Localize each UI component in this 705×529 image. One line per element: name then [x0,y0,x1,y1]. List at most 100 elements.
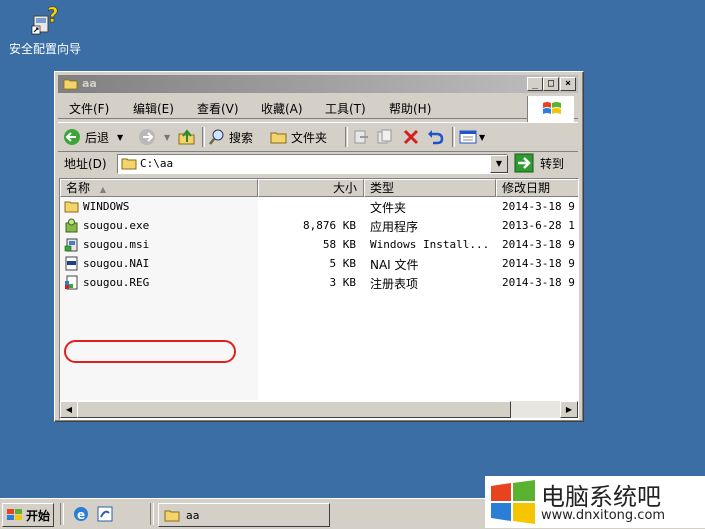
desktop-icon-label: 安全配置向导 [8,42,81,56]
file-type: 注册表项 [370,277,419,291]
undo-icon [428,130,444,145]
up-folder-icon [178,129,195,145]
delete-button[interactable] [402,127,420,147]
folders-button[interactable]: 文件夹 [270,127,327,147]
windows-logo-icon [527,96,574,122]
move-to-icon [354,130,368,144]
title-bar[interactable]: aa _ □ × [58,75,578,93]
internet-explorer-icon[interactable]: e [72,505,90,523]
start-button[interactable]: 开始 [2,503,54,527]
forward-dropdown-icon[interactable]: ▼ [164,133,170,142]
watermark: 电脑系统吧 www.dnxitong.com [485,476,705,528]
move-to-button[interactable] [352,127,370,147]
start-label: 开始 [26,508,51,523]
watermark-url: www.dnxitong.com [541,508,666,523]
folder-icon [63,79,78,90]
scroll-left-button[interactable]: ◀ [60,401,78,418]
search-icon [209,129,224,145]
undo-button[interactable] [426,127,444,147]
address-label: 地址(D) [64,157,107,171]
security-wizard-icon: ? [28,3,62,38]
svg-text:?: ? [47,4,59,27]
column-name-label: 名称 [66,181,91,195]
views-button[interactable]: ▼ [459,127,485,147]
file-size: 58 KB [322,238,356,251]
file-name: WINDOWS [83,200,130,213]
list-item[interactable]: WINDOWS 文件夹 2014-3-18 9 [60,197,578,216]
address-bar: 地址(D) C:\aa ▼ 转到 [58,152,578,176]
go-button[interactable]: 转到 [514,153,564,173]
menu-help[interactable]: 帮助(H) [389,100,431,117]
scroll-right-button[interactable]: ▶ [560,401,578,418]
msi-icon [64,238,78,252]
reg-file-icon [65,275,78,290]
show-desktop-icon[interactable] [96,505,114,523]
file-type: 应用程序 [370,220,419,234]
windows-flag-icon [7,509,22,520]
list-item[interactable]: sougou.REG 3 KB 注册表项 2014-3-18 9 [60,273,578,292]
window-title: aa [82,77,97,90]
column-header-size[interactable]: 大小 [258,179,364,197]
menu-edit[interactable]: 编辑(E) [133,100,174,117]
maximize-button[interactable]: □ [543,77,559,91]
folder-icon [64,201,79,213]
exe-icon [65,218,78,233]
toolbar: 后退 ▼ ▼ 搜索 文件夹 ▼ [58,122,578,152]
column-header-name[interactable]: 名称 ▲ [60,179,258,197]
list-item[interactable]: sougou.NAI 5 KB NAI 文件 2014-3-18 9 [60,254,578,273]
back-arrow-icon [64,129,80,145]
svg-text:e: e [77,508,85,522]
file-size: 8,876 KB [303,219,356,232]
quicklaunch-separator [60,503,64,525]
file-modified: 2014-3-18 9 [502,200,575,213]
file-name: sougou.exe [83,219,150,232]
menu-view[interactable]: 查看(V) [197,100,239,117]
horizontal-scrollbar[interactable]: ◀ ▶ [60,401,578,418]
forward-button[interactable]: ▼ [138,127,170,147]
back-dropdown-icon[interactable]: ▼ [117,133,123,142]
taskbar-window-label: aa [186,508,200,522]
file-name: sougou.REG [83,276,150,289]
search-button[interactable]: 搜索 [208,127,253,147]
go-arrow-icon [514,153,534,173]
up-folder-button[interactable] [178,127,196,147]
taskbar-separator [150,503,154,525]
back-button[interactable]: 后退 ▼ [63,127,123,147]
column-headers: 名称 ▲ 大小 类型 修改日期 [60,179,578,197]
address-value: C:\aa [140,157,174,170]
views-dropdown-icon: ▼ [479,132,486,142]
close-button[interactable]: × [560,77,576,91]
address-input[interactable]: C:\aa ▼ [117,154,508,174]
minimize-button[interactable]: _ [527,77,543,91]
taskbar-window-button[interactable]: aa [158,503,330,527]
address-dropdown-button[interactable]: ▼ [490,155,508,173]
copy-to-button[interactable] [376,127,394,147]
file-size: 5 KB [329,257,357,270]
folder-icon [164,510,180,522]
menu-file[interactable]: 文件(F) [69,100,109,117]
windows-logo-watermark-icon [491,480,535,524]
back-label: 后退 [85,130,110,145]
file-list[interactable]: 名称 ▲ 大小 类型 修改日期 WINDOWS 文件夹 2014-3-18 9 … [59,178,579,420]
file-size: 3 KB [329,276,357,289]
column-header-modified[interactable]: 修改日期 [496,179,578,197]
desktop-icon-security-wizard[interactable]: ? 安全配置向导 [2,3,88,57]
toolbar-separator [202,127,205,147]
toolbar-separator [345,127,348,147]
file-modified: 2014-3-18 9 [502,276,575,289]
menu-tools[interactable]: 工具(T) [325,100,366,117]
list-item[interactable]: sougou.exe 8,876 KB 应用程序 2013-6-28 1 [60,216,578,235]
menu-favorites[interactable]: 收藏(A) [261,100,303,117]
folder-icon [121,158,137,170]
explorer-window[interactable]: aa _ □ × 文件(F) 编辑(E) 查看(V) 收藏(A) 工具(T) 帮… [54,71,584,422]
column-header-type[interactable]: 类型 [364,179,496,197]
folders-icon [270,132,287,144]
scrollbar-thumb[interactable] [77,401,511,418]
file-modified: 2013-6-28 1 [502,219,575,232]
file-type: 文件夹 [370,201,407,215]
file-type: Windows Install... [370,238,490,251]
list-item[interactable]: sougou.msi 58 KB Windows Install... 2014… [60,235,578,254]
forward-arrow-icon [139,129,155,145]
folders-label: 文件夹 [291,130,328,145]
file-modified: 2014-3-18 9 [502,257,575,270]
